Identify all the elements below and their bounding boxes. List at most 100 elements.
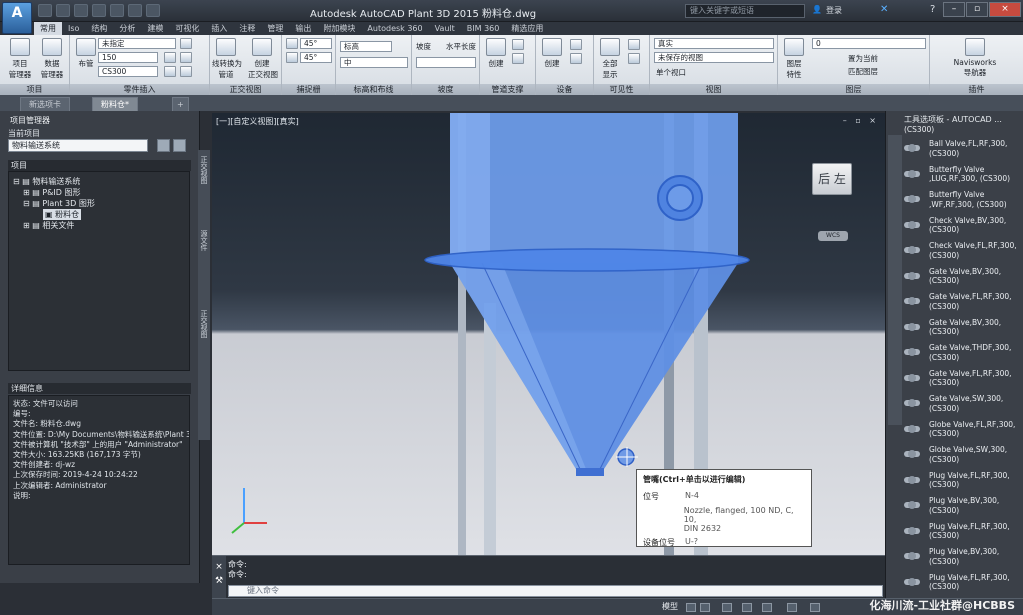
project-manager-button[interactable]: 项目 管理器: [6, 38, 34, 80]
ribbon-tab[interactable]: 输出: [289, 22, 317, 35]
new-icon[interactable]: [38, 4, 52, 17]
navisworks-button[interactable]: Navisworks 导航器: [950, 38, 1000, 78]
ribbon-tab[interactable]: 常用: [34, 22, 62, 35]
valve-item[interactable]: Check Valve,BV,300, (CS300): [904, 216, 1022, 235]
valve-item[interactable]: Globe Valve,FL,RF,300, (CS300): [904, 420, 1022, 439]
valve-item[interactable]: Globe Valve,SW,300, (CS300): [904, 445, 1022, 464]
ribbon-tab[interactable]: 附加模块: [317, 22, 361, 35]
valve-item[interactable]: Plug Valve,FL,RF,300, (CS300): [904, 573, 1022, 592]
maximize-button[interactable]: ▫: [966, 2, 988, 17]
ribbon-tab[interactable]: 分析: [113, 22, 141, 35]
show-all-button[interactable]: 全部 显示: [596, 38, 624, 80]
drawing-viewport[interactable]: [一][自定义视图][真实] – ▫ × 后 左 WCS 管嘴(Ctrl+单击以…: [212, 113, 885, 555]
ribbon-tab[interactable]: Vault: [429, 22, 461, 35]
support-edit-icon[interactable]: [512, 39, 524, 50]
redo-icon[interactable]: [128, 4, 142, 17]
tee-icon[interactable]: [180, 52, 192, 63]
ribbon-tab[interactable]: 结构: [85, 22, 113, 35]
login-button[interactable]: 登录: [826, 5, 842, 16]
valve-item[interactable]: Butterfly Valve ,WF,RF,300, (CS300): [904, 190, 1022, 209]
set-current-button[interactable]: 置为当前: [848, 53, 878, 64]
create-support-button[interactable]: 创建: [482, 38, 510, 69]
workspace-icon[interactable]: [787, 603, 797, 612]
exchange-icon[interactable]: ✕: [880, 4, 888, 15]
print-icon[interactable]: [92, 4, 106, 17]
silo-flange-ring[interactable]: [424, 248, 750, 272]
vtab-ortho2[interactable]: 正交视图: [199, 310, 209, 338]
layer-select[interactable]: 0: [812, 38, 926, 49]
viewport-config[interactable]: 单个视口: [656, 67, 686, 78]
valve-item[interactable]: Plug Valve,FL,RF,300, (CS300): [904, 471, 1022, 490]
ribbon-tab[interactable]: Autodesk 360: [361, 22, 428, 35]
valve-item[interactable]: Butterfly Valve ,LUG,RF,300, (CS300): [904, 165, 1022, 184]
ortho-icon[interactable]: [722, 603, 732, 612]
tree-root[interactable]: ⊟ ▤ 物料输送系统: [13, 176, 80, 187]
ribbon-tab[interactable]: Iso: [62, 22, 85, 35]
match-layer-button[interactable]: 匹配图层: [848, 66, 878, 77]
spec-select[interactable]: 未指定: [98, 38, 176, 49]
hide-icon[interactable]: [628, 39, 640, 50]
angle2-select[interactable]: 45°: [300, 52, 332, 63]
ribbon-tab[interactable]: 管理: [261, 22, 289, 35]
ribbon-tab[interactable]: 建模: [141, 22, 169, 35]
valve-item[interactable]: Gate Valve,THDF,300, (CS300): [904, 343, 1022, 362]
tree-related[interactable]: ⊞ ▤ 相关文件: [23, 220, 74, 231]
valve-item[interactable]: Gate Valve,BV,300, (CS300): [904, 267, 1022, 286]
flange-icon[interactable]: [164, 66, 176, 77]
visual-style-select[interactable]: 真实: [654, 38, 774, 49]
wcs-menu[interactable]: WCS: [818, 231, 848, 241]
viewcube[interactable]: 后 左: [812, 163, 852, 195]
open-icon[interactable]: [56, 4, 70, 17]
project-select[interactable]: 物料输送系统: [8, 139, 148, 152]
snap-icon[interactable]: [286, 38, 298, 49]
ribbon-tab[interactable]: 插入: [205, 22, 233, 35]
tab-new[interactable]: 新选项卡: [20, 97, 70, 111]
reducer-icon[interactable]: [180, 66, 192, 77]
annotation-icon[interactable]: [810, 603, 820, 612]
undo-icon[interactable]: [110, 4, 124, 17]
minimize-button[interactable]: –: [943, 2, 965, 17]
close-button[interactable]: ×: [989, 2, 1021, 17]
vtab-ortho[interactable]: 正交视图: [199, 156, 209, 184]
tab-silo[interactable]: 粉料仓*: [92, 97, 138, 111]
tree-silo[interactable]: ▣ 粉料仓: [43, 209, 82, 220]
command-input[interactable]: 键入命令: [228, 585, 883, 597]
application-menu-button[interactable]: A: [2, 2, 32, 34]
valve-item[interactable]: Ball Valve,FL,RF,300, (CS300): [904, 139, 1022, 158]
ribbon-tab[interactable]: BIM 360: [461, 22, 506, 35]
grid-icon[interactable]: [686, 603, 696, 612]
ribbon-tab[interactable]: 注释: [233, 22, 261, 35]
osnap-icon[interactable]: [762, 603, 772, 612]
valve-item[interactable]: Check Valve,FL,RF,300, (CS300): [904, 241, 1022, 260]
new-tab-button[interactable]: +: [172, 97, 189, 111]
save-icon[interactable]: [74, 4, 88, 17]
ribbon-tab[interactable]: 可视化: [169, 22, 205, 35]
valve-item[interactable]: Plug Valve,FL,RF,300, (CS300): [904, 522, 1022, 541]
project-settings-icon[interactable]: [157, 139, 170, 152]
close-command-icon[interactable]: ×: [212, 562, 226, 572]
snap2-icon[interactable]: [286, 52, 298, 63]
help-icon[interactable]: ?: [930, 4, 935, 15]
viewport-controls[interactable]: – ▫ ×: [843, 116, 879, 125]
elbow-icon[interactable]: [164, 52, 176, 63]
valve-item[interactable]: Plug Valve,BV,300, (CS300): [904, 496, 1022, 515]
equipment-convert-icon[interactable]: [570, 53, 582, 64]
polar-icon[interactable]: [742, 603, 752, 612]
layout-button[interactable]: 布管: [72, 38, 100, 69]
create-ortho-button[interactable]: 创建 正交视图: [248, 38, 278, 80]
valve-item[interactable]: Gate Valve,FL,RF,300, (CS300): [904, 369, 1022, 388]
wrench-icon[interactable]: ⚒: [212, 576, 226, 586]
valve-item[interactable]: Gate Valve,BV,300, (CS300): [904, 318, 1022, 337]
valve-item[interactable]: Plug Valve,BV,300, (CS300): [904, 547, 1022, 566]
valve-item[interactable]: Gate Valve,FL,RF,300, (CS300): [904, 292, 1022, 311]
vtab-source[interactable]: 源文件: [199, 230, 209, 251]
equipment-edit-icon[interactable]: [570, 39, 582, 50]
model-tab[interactable]: 模型: [662, 601, 678, 612]
dropdown-icon[interactable]: [146, 4, 160, 17]
elevation-input[interactable]: 标高: [340, 41, 392, 52]
cs-select[interactable]: CS300: [98, 66, 158, 77]
create-equipment-button[interactable]: 创建: [538, 38, 566, 69]
layer-properties-button[interactable]: 图层 特性: [780, 38, 808, 80]
tree-plant3d[interactable]: ⊟ ▤ Plant 3D 图形: [23, 198, 95, 209]
slope-input[interactable]: [416, 57, 476, 68]
